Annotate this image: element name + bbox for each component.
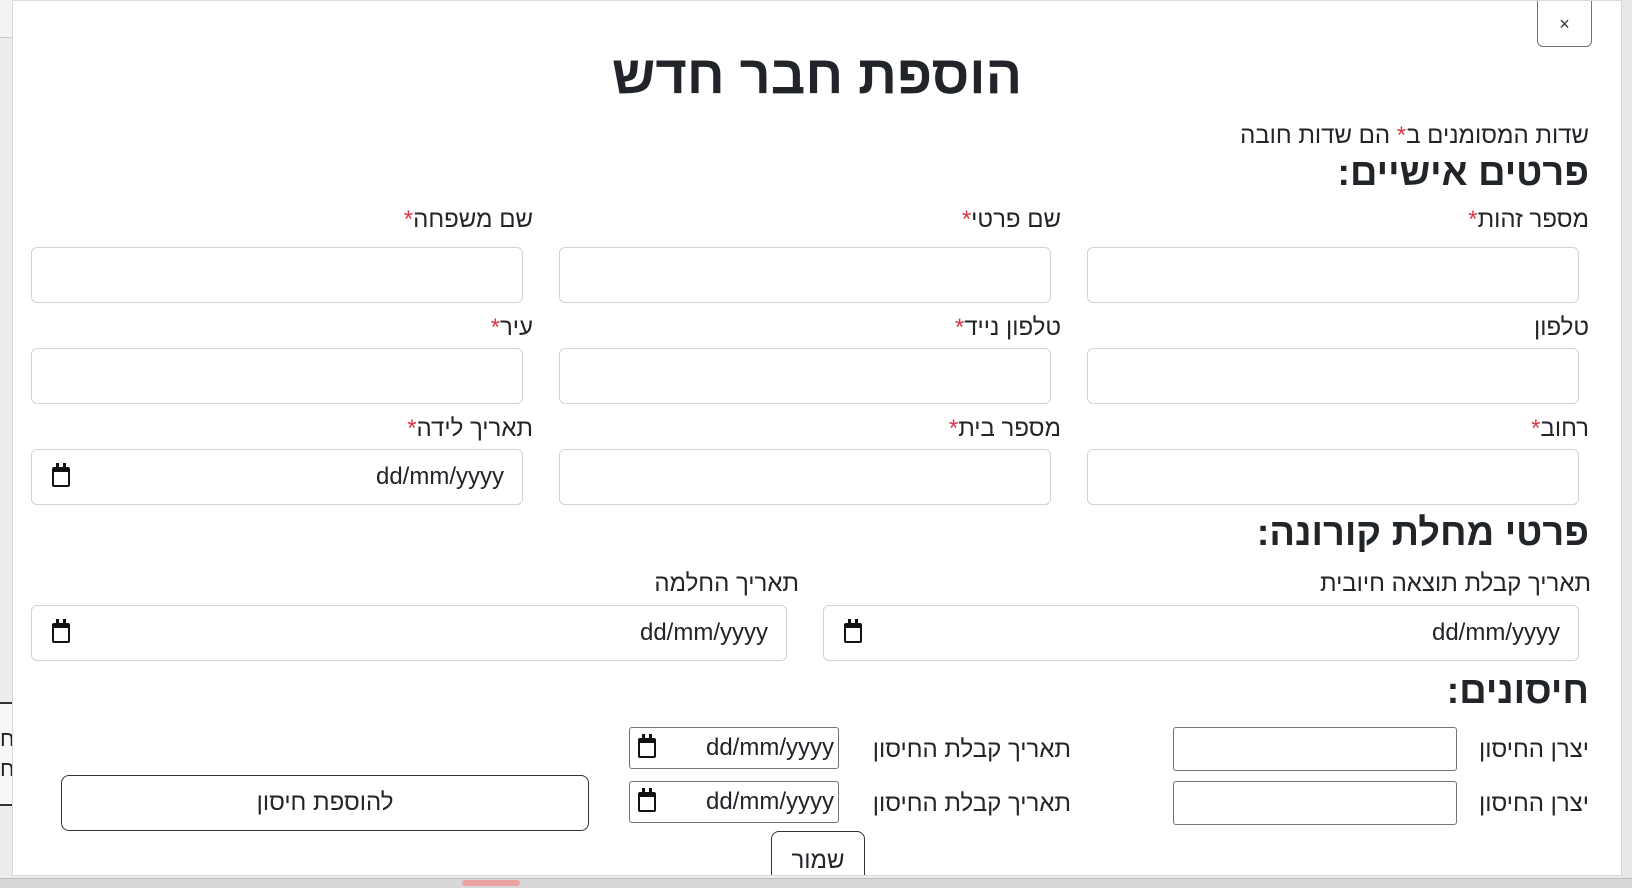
- vaccine-manufacturer-input[interactable]: [1173, 781, 1457, 825]
- personal-details-title: פרטים אישיים:: [1337, 152, 1589, 194]
- calendar-icon[interactable]: [52, 463, 70, 487]
- calendar-icon[interactable]: [638, 788, 656, 812]
- vaccine-date-placeholder: dd/mm/yyyy: [705, 788, 834, 815]
- vaccine-date-label: תאריך קבלת החיסון: [872, 736, 1071, 763]
- recovery-date-label: תאריך החלמה: [654, 570, 799, 597]
- house-number-label: מספר בית*: [948, 415, 1061, 442]
- save-button[interactable]: שמור: [771, 831, 865, 875]
- required-star: *: [1396, 122, 1407, 149]
- street-input[interactable]: [1087, 449, 1579, 505]
- positive-date-label: תאריך קבלת תוצאה חיובית: [1319, 570, 1591, 597]
- vaccine-date-placeholder: dd/mm/yyyy: [705, 734, 834, 761]
- phone-label: טלפון: [1533, 314, 1589, 341]
- corona-details-title: פרטי מחלת קורונה:: [1256, 512, 1589, 554]
- recovery-date-placeholder: dd/mm/yyyy: [639, 619, 768, 646]
- mobile-label: טלפון נייד*: [954, 314, 1061, 341]
- last-name-input[interactable]: [31, 247, 523, 303]
- birth-date-label: תאריך לידה*: [407, 415, 533, 442]
- house-number-input[interactable]: [559, 449, 1051, 505]
- background-card-text: ח ח: [0, 726, 12, 781]
- street-label: רחוב*: [1531, 415, 1589, 442]
- positive-date-input[interactable]: dd/mm/yyyy: [823, 605, 1579, 661]
- vaccine-date-input[interactable]: dd/mm/yyyy: [629, 727, 839, 769]
- last-name-label: שם משפחה*: [403, 206, 533, 233]
- vaccines-title: חיסונים:: [1446, 670, 1589, 712]
- calendar-icon[interactable]: [638, 734, 656, 758]
- vaccine-manufacturer-label: יצרן החיסון: [1478, 736, 1589, 763]
- phone-input[interactable]: [1087, 348, 1579, 404]
- close-button[interactable]: ×: [1537, 1, 1592, 47]
- positive-date-placeholder: dd/mm/yyyy: [1431, 619, 1560, 646]
- birth-date-input[interactable]: dd/mm/yyyy: [31, 449, 523, 505]
- required-note-prefix: שדות המסומנים ב: [1406, 122, 1589, 149]
- city-label: עיר*: [490, 314, 533, 341]
- background-tab-indicator: [462, 880, 520, 886]
- background-scroll-area: [1622, 0, 1632, 888]
- add-vaccine-button[interactable]: להוספת חיסון: [61, 775, 589, 831]
- vaccine-manufacturer-label: יצרן החיסון: [1478, 790, 1589, 817]
- birth-date-placeholder: dd/mm/yyyy: [375, 463, 504, 490]
- mobile-input[interactable]: [559, 348, 1051, 404]
- background-card: ח ח: [0, 702, 12, 806]
- recovery-date-input[interactable]: dd/mm/yyyy: [31, 605, 787, 661]
- first-name-label: שם פרטי*: [961, 206, 1061, 233]
- modal-title: הוספת חבר חדש: [611, 45, 1023, 105]
- city-input[interactable]: [31, 348, 523, 404]
- background-header: [0, 0, 12, 38]
- required-fields-note: שדות המסומנים ב* הם שדות חובה: [1240, 121, 1589, 151]
- calendar-icon[interactable]: [52, 619, 70, 643]
- vaccine-date-input[interactable]: dd/mm/yyyy: [629, 781, 839, 823]
- vaccine-manufacturer-input[interactable]: [1173, 727, 1457, 771]
- background-taskbar: [0, 878, 1632, 888]
- add-member-modal: × הוספת חבר חדש שדות המסומנים ב* הם שדות…: [12, 0, 1622, 876]
- id-number-label: מספר זהות*: [1468, 206, 1589, 233]
- id-number-input[interactable]: [1087, 247, 1579, 303]
- required-note-suffix: הם שדות חובה: [1240, 122, 1397, 149]
- calendar-icon[interactable]: [844, 619, 862, 643]
- first-name-input[interactable]: [559, 247, 1051, 303]
- vaccine-date-label: תאריך קבלת החיסון: [872, 790, 1071, 817]
